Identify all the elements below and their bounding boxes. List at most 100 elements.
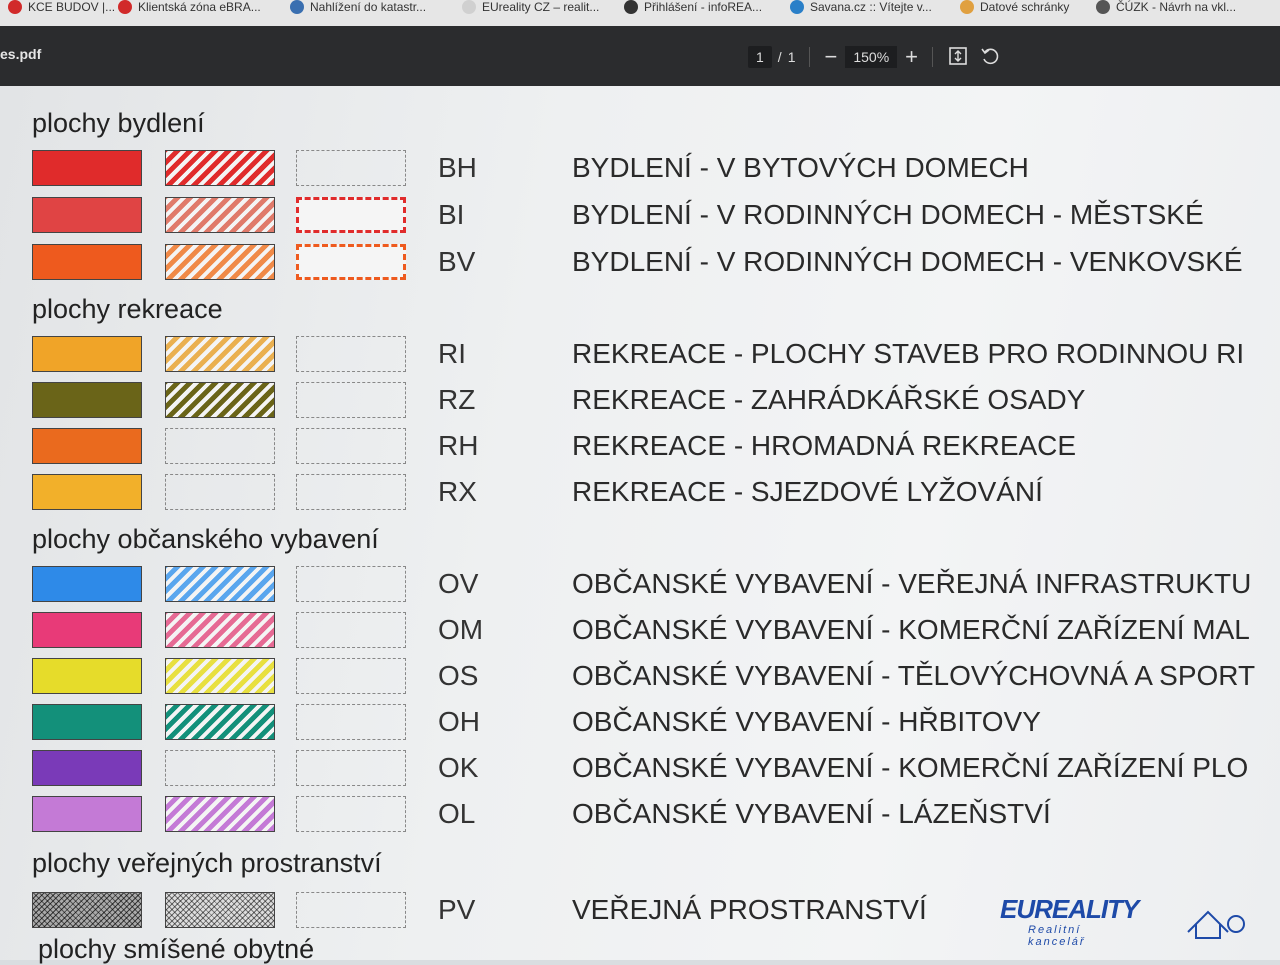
legend-description: OBČANSKÉ VYBAVENÍ - TĚLOVÝCHOVNÁ A SPORT [572, 660, 1256, 691]
pdf-toolbar: es.pdf 1 / 1 − 150% + [0, 26, 1280, 86]
legend-description: BYDLENÍ - V BYTOVÝCH DOMECH [572, 152, 1029, 183]
bookmark-label: Savana.cz :: Vítejte v... [810, 0, 932, 14]
legend-description: OBČANSKÉ VYBAVENÍ - VEŘEJNÁ INFRASTRUKTU [572, 568, 1252, 599]
legend-swatch-hatched [165, 197, 275, 233]
legend-swatch-outline [296, 150, 406, 186]
section-title: plochy rekreace [32, 294, 223, 324]
legend-code: OV [438, 568, 479, 599]
page-total: 1 [787, 49, 796, 65]
bookmark-item[interactable]: ČÚZK - Návrh na vkl... [1096, 0, 1236, 14]
legend-description: REKREACE - SJEZDOVÉ LYŽOVÁNÍ [572, 476, 1043, 507]
legend-swatch-outline [296, 382, 406, 418]
bookmark-favicon-icon [462, 0, 476, 14]
legend-swatch-outline [296, 474, 406, 510]
bookmark-favicon-icon [624, 0, 638, 14]
legend-description: OBČANSKÉ VYBAVENÍ - LÁZEŇSTVÍ [572, 798, 1051, 829]
legend-swatch-outline [296, 244, 406, 280]
legend-code: BI [438, 199, 465, 230]
legend-description: BYDLENÍ - V RODINNÝCH DOMECH - MĚSTSKÉ [572, 199, 1204, 230]
bookmark-item[interactable]: Přihlášení - infoREA... [624, 0, 762, 14]
legend-code: RH [438, 430, 479, 461]
legend-swatch-hatched [165, 244, 275, 280]
bookmark-item[interactable]: EUreality CZ – realit... [462, 0, 599, 14]
legend-swatch-hatched [165, 892, 275, 928]
bookmark-item[interactable]: Nahlížení do katastr... [290, 0, 426, 14]
legend-swatch-outline [296, 612, 406, 648]
bookmarks-bar: KCE BUDOV |... Klientská zóna eBRA... Nahl… [0, 0, 1280, 26]
legend-description: VEŘEJNÁ PROSTRANSTVÍ [572, 894, 927, 925]
bookmark-label: Nahlížení do katastr... [310, 0, 427, 14]
section-title: plochy občanského vybavení [32, 524, 379, 554]
bookmark-item[interactable]: Datové schránky [960, 0, 1069, 14]
bookmark-item[interactable]: Savana.cz :: Vítejte v... [790, 0, 932, 14]
legend-swatch-hatched [165, 428, 275, 464]
legend-code: RX [438, 476, 477, 507]
zoom-in-button[interactable]: + [905, 44, 918, 70]
bookmark-favicon-icon [118, 0, 132, 14]
legend-swatch-solid [32, 704, 142, 740]
legend-code: OM [438, 614, 484, 645]
bookmark-label: ČÚZK - Návrh na vkl... [1116, 0, 1237, 14]
legend-swatch-hatched [165, 336, 275, 372]
legend-swatch-solid [32, 796, 142, 832]
zoom-level[interactable]: 150% [845, 46, 898, 68]
bookmark-label: Datové schránky [980, 0, 1070, 14]
legend-code: OL [438, 798, 476, 829]
legend-swatch-solid [32, 197, 142, 233]
legend-swatch-hatched [165, 796, 275, 832]
legend-code: OH [438, 706, 480, 737]
legend-swatch-hatched [165, 566, 275, 602]
legend-swatch-hatched [165, 150, 275, 186]
legend-swatch-solid [32, 336, 142, 372]
legend-swatch-solid [32, 244, 142, 280]
legend-code: BV [438, 246, 476, 277]
pager: 1 / 1 − 150% + [748, 44, 1001, 70]
legend-swatch-solid [32, 750, 142, 786]
pdf-page: plochy bydlení BH BYDLENÍ - V BYTOVÝCH DOM… [0, 86, 1280, 964]
file-name: es.pdf [0, 46, 42, 62]
legend-swatch-solid [32, 382, 142, 418]
legend-swatch-solid [32, 658, 142, 694]
legend-swatch-outline [296, 566, 406, 602]
bookmark-item[interactable]: Klientská zóna eBRA... [118, 0, 261, 14]
bookmark-label: Klientská zóna eBRA... [138, 0, 261, 14]
legend-description: REKREACE - ZAHRÁDKÁŘSKÉ OSADY [572, 384, 1086, 415]
legend-swatch-solid [32, 150, 142, 186]
stars-house-icon [1187, 910, 1245, 939]
legend-swatch-solid [32, 892, 142, 928]
legend-description: OBČANSKÉ VYBAVENÍ - KOMERČNÍ ZAŘÍZENÍ MA… [572, 614, 1250, 645]
bookmark-item[interactable]: KCE BUDOV |... [8, 0, 115, 14]
legend-code: PV [438, 894, 476, 925]
page-number-input[interactable]: 1 [748, 46, 772, 68]
fit-page-icon[interactable] [947, 45, 969, 70]
section-title: plochy veřejných prostranství [32, 848, 382, 878]
legend-code: OK [438, 752, 479, 783]
section-title: plochy bydlení [32, 108, 205, 138]
legend-swatch-hatched [165, 474, 275, 510]
legend-swatch-outline [296, 892, 406, 928]
legend-swatch-hatched [165, 750, 275, 786]
bookmark-favicon-icon [1096, 0, 1110, 14]
divider [809, 47, 811, 67]
bookmark-label: KCE BUDOV |... [28, 0, 116, 14]
legend-swatch-solid [32, 428, 142, 464]
legend-description: REKREACE - PLOCHY STAVEB PRO RODINNOU RI [572, 338, 1245, 369]
legend-description: OBČANSKÉ VYBAVENÍ - HŘBITOVY [572, 706, 1041, 737]
legend-swatch-solid [32, 474, 142, 510]
legend-swatch-outline [296, 197, 406, 233]
rotate-icon[interactable] [979, 45, 1001, 70]
legend-code: BH [438, 152, 477, 183]
legend-swatch-outline [296, 336, 406, 372]
bookmark-label: Přihlášení - infoREA... [644, 0, 763, 14]
page-separator: / [777, 49, 782, 65]
legend-swatch-solid [32, 566, 142, 602]
zoom-out-button[interactable]: − [824, 44, 837, 70]
legend-description: REKREACE - HROMADNÁ REKREACE [572, 430, 1077, 461]
bookmark-label: EUreality CZ – realit... [482, 0, 600, 14]
logo-text: EUREALITY [1000, 894, 1139, 924]
legend-swatch-hatched [165, 658, 275, 694]
legend-code: RZ [438, 384, 476, 415]
bookmark-favicon-icon [960, 0, 974, 14]
legend-description: BYDLENÍ - V RODINNÝCH DOMECH - VENKOVSKÉ [572, 246, 1243, 277]
legend-code: RI [438, 338, 466, 369]
